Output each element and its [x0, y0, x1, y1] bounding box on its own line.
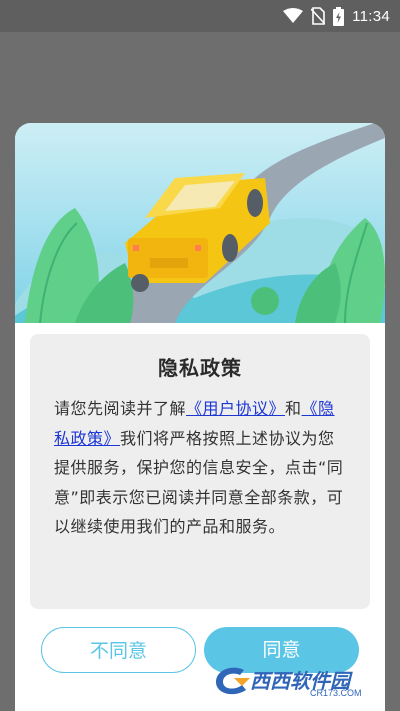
privacy-dialog: 隐私政策 请您先阅读并了解《用户协议》和《隐私政策》我们将严格按照上述协议为您提… — [15, 123, 385, 711]
policy-text: 请您先阅读并了解《用户协议》和《隐私政策》我们将严格按照上述协议为您提供服务，保… — [54, 394, 350, 542]
policy-content-box: 隐私政策 请您先阅读并了解《用户协议》和《隐私政策》我们将严格按照上述协议为您提… — [30, 334, 370, 609]
no-sim-icon — [311, 7, 326, 25]
header-illustration — [15, 123, 385, 323]
disagree-button[interactable]: 不同意 — [41, 627, 196, 673]
status-icons: 11:34 — [283, 6, 390, 26]
policy-intro-text: 请您先阅读并了解 — [54, 399, 187, 418]
watermark-url: CR173.COM — [310, 688, 362, 698]
wifi-icon — [283, 8, 304, 23]
status-bar: 11:34 — [0, 0, 400, 32]
battery-charging-icon — [333, 6, 345, 26]
user-agreement-link[interactable]: 《用户协议》 — [186, 399, 285, 418]
policy-and-text: 和 — [285, 399, 302, 418]
watermark-logo-icon — [216, 667, 250, 695]
dialog-title: 隐私政策 — [158, 356, 242, 380]
status-time: 11:34 — [352, 7, 390, 25]
watermark: 西西软件园 CR173.COM — [212, 662, 382, 700]
